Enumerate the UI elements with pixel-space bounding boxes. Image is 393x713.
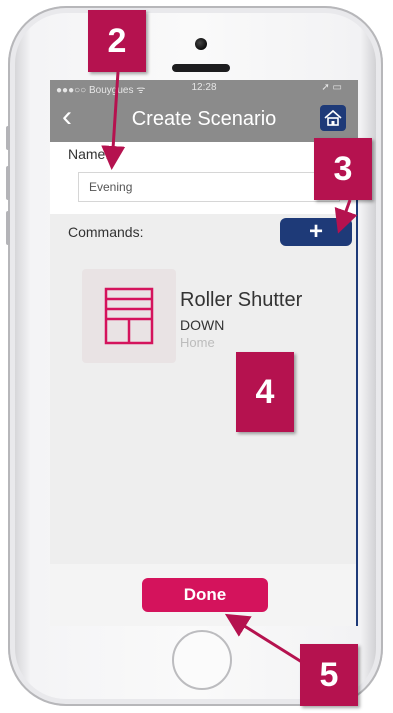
callout-5: 5 [300,644,358,706]
commands-label: Commands: [68,224,144,240]
callout-4: 4 [236,352,294,432]
battery-indicator: ➚ ▭ [321,82,342,93]
name-label: Name: [68,146,110,162]
command-item[interactable]: Roller Shutter DOWN Home [80,269,340,365]
volume-button [6,211,10,245]
callout-3: 3 [314,138,372,200]
command-icon-tile [82,269,176,363]
status-bar: ●●●○○ Bouygues ᯤ 12:28 ➚ ▭ [50,80,358,96]
home-button[interactable] [172,630,232,690]
command-title: Roller Shutter [180,289,303,311]
house-icon [324,109,342,126]
home-nav-button[interactable] [320,105,346,131]
callout-2: 2 [88,10,146,72]
command-state: DOWN [180,317,225,333]
volume-button [6,126,10,150]
roller-shutter-icon [104,287,154,345]
scenario-name-input[interactable]: Evening [78,172,340,202]
status-time: 12:28 [191,82,217,93]
front-camera [195,38,207,50]
add-command-button[interactable]: + [280,218,352,246]
earpiece-speaker [172,64,230,72]
done-button[interactable]: Done [142,578,268,612]
commands-section: Commands: + Roller Shutter DOWN Home [50,214,358,564]
app-screen: ●●●○○ Bouygues ᯤ 12:28 ➚ ▭ ‹ Create Scen… [50,80,358,626]
volume-button [6,166,10,200]
screen-edge [356,142,358,626]
name-section: Name: Evening [50,142,358,214]
bottom-bar: Done [50,564,358,626]
command-room: Home [180,335,215,350]
page-title: Create Scenario [131,108,277,130]
navigation-bar: ‹ Create Scenario [50,96,358,142]
